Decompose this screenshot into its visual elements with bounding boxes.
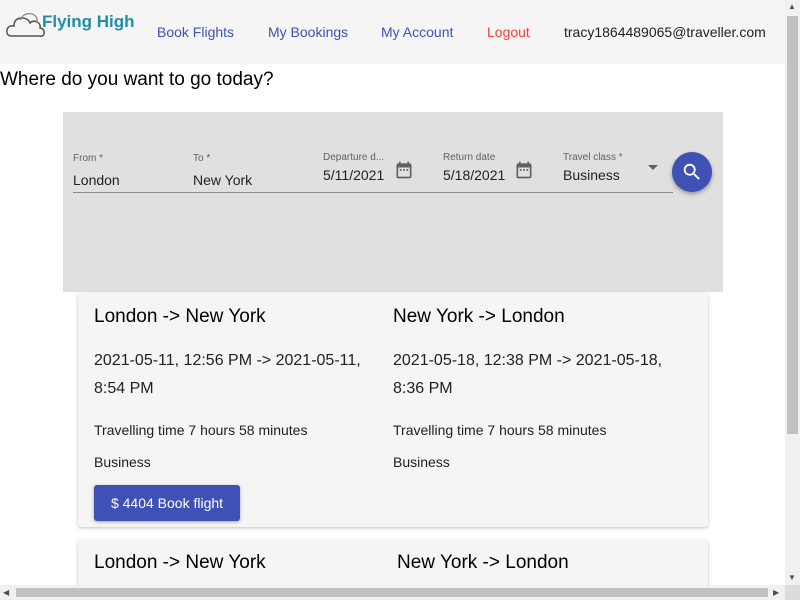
inbound-class: Business	[393, 454, 450, 470]
travel-class-label: Travel class *	[563, 152, 623, 163]
return-label: Return date	[443, 152, 496, 163]
from-input[interactable]: London	[73, 172, 120, 188]
to-label: To *	[193, 153, 211, 164]
outbound-times: 2021-05-11, 12:56 PM -> 2021-05-11, 8:54…	[94, 352, 361, 397]
horizontal-scrollbar[interactable]: ◀ ▶	[0, 585, 785, 600]
search-icon	[683, 163, 700, 180]
travel-class-select[interactable]: Business	[563, 167, 620, 183]
scroll-down-arrow-icon[interactable]: ▼	[788, 573, 796, 582]
nav-logout[interactable]: Logout	[487, 24, 530, 40]
calendar-icon[interactable]	[394, 160, 414, 180]
inbound-route: New York -> London	[393, 306, 565, 327]
inbound-times: 2021-05-18, 12:38 PM -> 2021-05-18, 8:36…	[393, 352, 663, 397]
calendar-icon[interactable]	[514, 160, 534, 180]
dropdown-arrow-icon[interactable]	[648, 165, 658, 170]
to-input[interactable]: New York	[193, 172, 252, 188]
departure-date-input[interactable]: 5/11/2021	[323, 167, 388, 183]
scroll-right-arrow-icon[interactable]: ▶	[773, 588, 779, 597]
flight-result-card: London -> New York 2021-05-11, 12:56 PM …	[78, 293, 708, 527]
from-label: From *	[73, 153, 103, 164]
vertical-scrollbar[interactable]: ▲ ▼	[785, 0, 800, 585]
scroll-up-arrow-icon[interactable]: ▲	[788, 2, 796, 11]
logo[interactable]: Flying High	[6, 10, 135, 40]
search-fields-underline	[73, 192, 673, 193]
scrollbar-corner	[785, 585, 800, 600]
app-header: Flying High Book Flights My Bookings My …	[0, 0, 785, 64]
outbound-route: London -> New York	[94, 306, 266, 327]
cloud-logo-icon	[6, 13, 45, 37]
return-date-input[interactable]: 5/18/2021	[443, 167, 508, 183]
search-panel: From * London To * New York Departure d.…	[63, 112, 723, 292]
outbound-travel-time: Travelling time 7 hours 58 minutes	[94, 422, 308, 438]
nav-my-bookings[interactable]: My Bookings	[268, 24, 348, 40]
outbound-class: Business	[94, 454, 151, 470]
scroll-left-arrow-icon[interactable]: ◀	[3, 588, 9, 597]
nav-book-flights[interactable]: Book Flights	[157, 24, 234, 40]
user-email: tracy1864489065@traveller.com	[564, 24, 766, 40]
search-button[interactable]	[672, 152, 712, 192]
horizontal-scroll-thumb[interactable]	[16, 588, 768, 597]
inbound-route: New York -> London	[397, 552, 569, 573]
inbound-travel-time: Travelling time 7 hours 58 minutes	[393, 422, 607, 438]
outbound-route: London -> New York	[94, 552, 266, 573]
logo-text: Flying High	[42, 12, 135, 31]
book-flight-button[interactable]: $ 4404 Book flight	[94, 485, 240, 521]
departure-label: Departure d...	[323, 152, 385, 163]
page-title: Where do you want to go today?	[0, 69, 274, 90]
nav-my-account[interactable]: My Account	[381, 24, 453, 40]
vertical-scroll-thumb[interactable]	[787, 16, 798, 434]
